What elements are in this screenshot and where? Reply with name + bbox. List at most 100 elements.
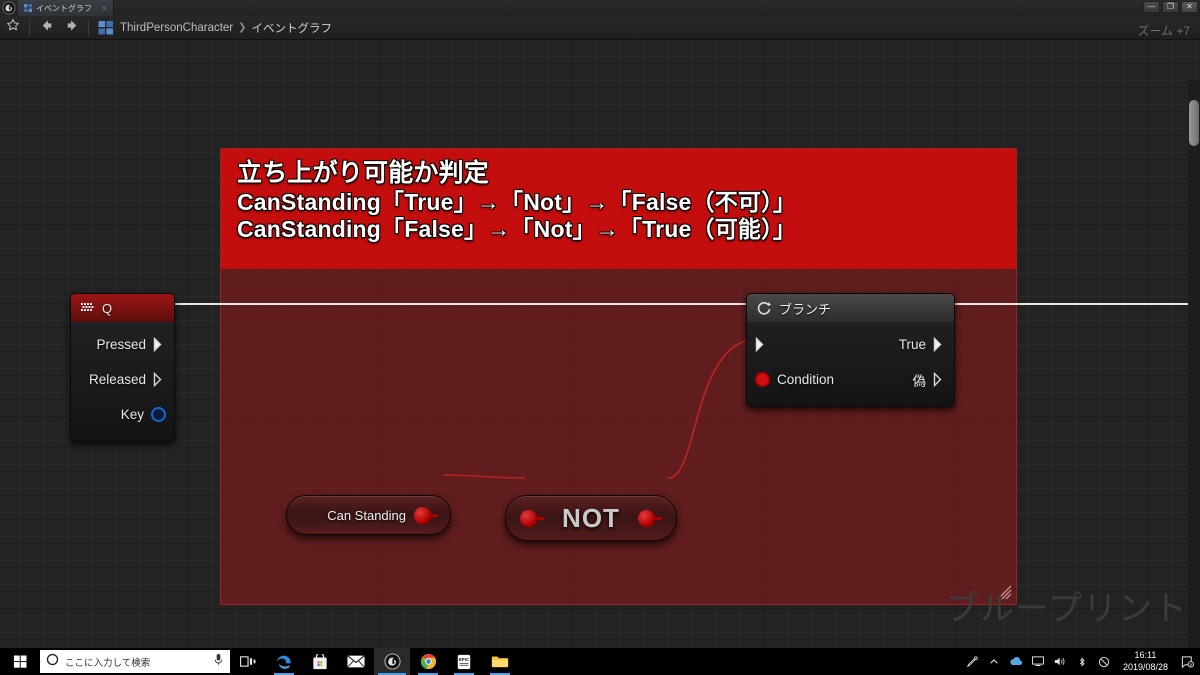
key-pin-icon[interactable] — [151, 407, 166, 422]
show-hidden-icons-icon[interactable] — [987, 655, 1001, 669]
epic-games-launcher-icon[interactable]: EPIC — [446, 648, 482, 675]
bool-pin-icon — [637, 509, 655, 527]
pin-row-key[interactable]: Key — [71, 397, 174, 432]
node-can-standing[interactable]: Can Standing — [286, 495, 451, 535]
event-graph-canvas[interactable]: 立ち上がり可能か判定 CanStanding「True」→「Not」→「Fals… — [0, 40, 1200, 648]
exec-out-true-group[interactable]: True — [899, 337, 946, 352]
blueprint-grid-icon — [98, 20, 114, 36]
microphone-icon[interactable] — [213, 653, 224, 671]
node-title: Q — [102, 300, 113, 316]
microsoft-store-icon[interactable] — [302, 648, 338, 675]
pin-row-exec[interactable]: True — [747, 327, 954, 362]
clock[interactable]: 16:11 2019/08/28 — [1119, 650, 1172, 673]
window-controls: — ❐ ✕ — [1143, 1, 1198, 13]
file-explorer-icon[interactable] — [482, 648, 518, 675]
exec-pin-true[interactable] — [933, 337, 946, 352]
node-header: Q — [71, 294, 174, 322]
exec-in-group[interactable] — [755, 337, 768, 352]
comment-line-1: 立ち上がり可能か判定 — [237, 159, 490, 187]
onedrive-icon[interactable] — [1009, 655, 1023, 669]
pin-nub — [654, 516, 662, 520]
condition-in-group[interactable]: Condition — [755, 372, 834, 387]
search-placeholder: ここに入力して検索 — [65, 657, 151, 669]
exec-pin-pressed[interactable] — [153, 337, 166, 352]
mail-icon[interactable] — [338, 648, 374, 675]
pin-row-released[interactable]: Released — [71, 362, 174, 397]
exec-pin-released[interactable] — [153, 372, 166, 387]
node-title: NOT — [562, 502, 620, 533]
tab-event-graph[interactable]: イベントグラフ × — [18, 0, 114, 16]
windows-start-icon[interactable] — [0, 648, 40, 675]
pin-row-pressed[interactable]: Pressed — [71, 327, 174, 362]
vertical-scrollbar[interactable] — [1188, 80, 1200, 648]
clock-date: 2019/08/28 — [1122, 661, 1168, 672]
input-bool-pin[interactable] — [520, 509, 544, 527]
search-input[interactable]: ここに入力して検索 — [40, 650, 230, 673]
breadcrumb-root[interactable]: ThirdPersonCharacter — [120, 22, 233, 34]
forward-button[interactable] — [59, 16, 85, 40]
bool-pin-icon — [520, 509, 537, 527]
svg-text:EPIC: EPIC — [459, 657, 470, 662]
node-q-input-event[interactable]: Q Pressed Released Key — [70, 293, 175, 442]
display-icon[interactable] — [1031, 655, 1045, 669]
windows-taskbar: ここに入力して検索 EPIC 16:11 2019/08/28 5 — [0, 648, 1200, 675]
output-bool-pin[interactable] — [414, 506, 438, 524]
blueprint-watermark: ブループリント — [945, 590, 1188, 628]
exec-pin-input[interactable] — [755, 337, 768, 352]
node-title: Can Standing — [327, 507, 406, 523]
toolbar-divider-2 — [88, 19, 89, 36]
pin-nub — [537, 516, 544, 520]
action-center-icon[interactable]: 5 — [1180, 655, 1194, 669]
breadcrumb-separator: ❯ — [238, 22, 247, 33]
node-body: Pressed Released Key — [71, 322, 174, 441]
svg-text:5: 5 — [1189, 663, 1191, 667]
pin-row-condition[interactable]: Condition 偽 — [747, 362, 954, 397]
node-body: True Condition 偽 — [747, 322, 954, 406]
bool-pin-icon — [414, 506, 431, 524]
edge-icon[interactable] — [266, 648, 302, 675]
pin-label-condition: Condition — [777, 372, 835, 387]
comment-line-2: CanStanding「True」→「Not」→「False（不可）」 — [237, 188, 797, 215]
minimize-button[interactable]: — — [1143, 1, 1160, 13]
arrow-right-icon — [65, 18, 80, 38]
bluetooth-icon[interactable] — [1075, 655, 1089, 669]
comment-line-3: CanStanding「False」→「Not」→「True（可能）」 — [237, 215, 797, 242]
branch-icon — [757, 301, 772, 316]
unreal-engine-logo — [0, 0, 18, 16]
breadcrumb-current[interactable]: イベントグラフ — [252, 20, 333, 36]
volume-icon[interactable] — [1053, 655, 1067, 669]
clock-time: 16:11 — [1134, 650, 1157, 661]
pin-label-key: Key — [120, 407, 144, 422]
exec-out-false-group[interactable]: 偽 — [913, 370, 947, 390]
close-button[interactable]: ✕ — [1181, 1, 1198, 13]
close-icon[interactable]: × — [102, 4, 107, 13]
pin-nub — [431, 513, 438, 517]
comment-box-header[interactable]: 立ち上がり可能か判定 CanStanding「True」→「Not」→「Fals… — [221, 149, 1016, 269]
node-branch[interactable]: ブランチ True Condition 偽 — [746, 293, 955, 407]
search-circle-icon — [46, 653, 59, 671]
favorite-button[interactable] — [0, 16, 26, 40]
security-icon[interactable] — [1097, 655, 1111, 669]
maximize-button[interactable]: ❐ — [1162, 1, 1179, 13]
chrome-icon[interactable] — [410, 648, 446, 675]
scrollbar-thumb[interactable] — [1189, 100, 1199, 146]
condition-pin-icon[interactable] — [755, 372, 770, 387]
node-header: ブランチ — [747, 294, 954, 322]
star-icon — [6, 18, 20, 37]
system-tray: 16:11 2019/08/28 5 — [965, 650, 1200, 673]
pin-label-false: 偽 — [912, 373, 927, 389]
pin-label-released: Released — [88, 372, 146, 387]
breadcrumb-toolbar: ThirdPersonCharacter ❯ イベントグラフ — [0, 16, 1200, 40]
back-button[interactable] — [33, 16, 59, 40]
output-bool-pin[interactable] — [637, 509, 662, 527]
title-bar: イベントグラフ × — ❐ ✕ — [0, 0, 1200, 16]
exec-pin-false[interactable] — [933, 372, 946, 387]
task-view-icon[interactable] — [230, 648, 266, 675]
arrow-left-icon — [39, 18, 54, 38]
tab-label: イベントグラフ — [36, 3, 92, 13]
unreal-engine-icon[interactable] — [374, 648, 410, 675]
node-not[interactable]: NOT — [505, 495, 677, 541]
pen-icon[interactable] — [965, 655, 979, 669]
keyboard-icon — [81, 302, 95, 314]
blueprint-grid-icon — [24, 4, 32, 12]
